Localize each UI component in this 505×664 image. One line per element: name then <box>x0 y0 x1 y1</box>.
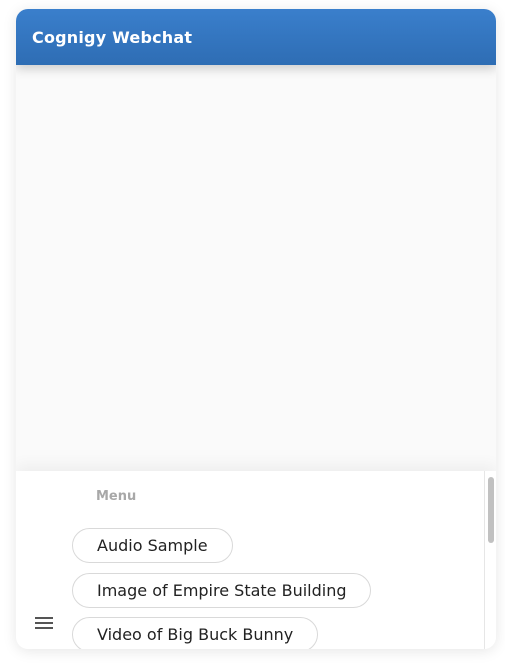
menu-scrollbar[interactable] <box>484 471 496 649</box>
webchat-window: Cognigy Webchat Menu Audio Sample Image … <box>16 9 496 649</box>
webchat-header: Cognigy Webchat <box>16 9 496 65</box>
chat-history[interactable] <box>16 65 496 471</box>
menu-item-audio-sample[interactable]: Audio Sample <box>72 528 233 563</box>
menu-item-video-big-buck-bunny[interactable]: Video of Big Buck Bunny <box>72 617 318 649</box>
menu-item-image-empire-state-building[interactable]: Image of Empire State Building <box>72 573 371 608</box>
hamburger-menu-icon[interactable] <box>35 615 55 631</box>
menu-scrollbar-thumb[interactable] <box>488 477 494 543</box>
menu-title: Menu <box>96 489 137 504</box>
persistent-menu-panel: Menu Audio Sample Image of Empire State … <box>16 471 496 649</box>
header-title: Cognigy Webchat <box>32 27 193 47</box>
